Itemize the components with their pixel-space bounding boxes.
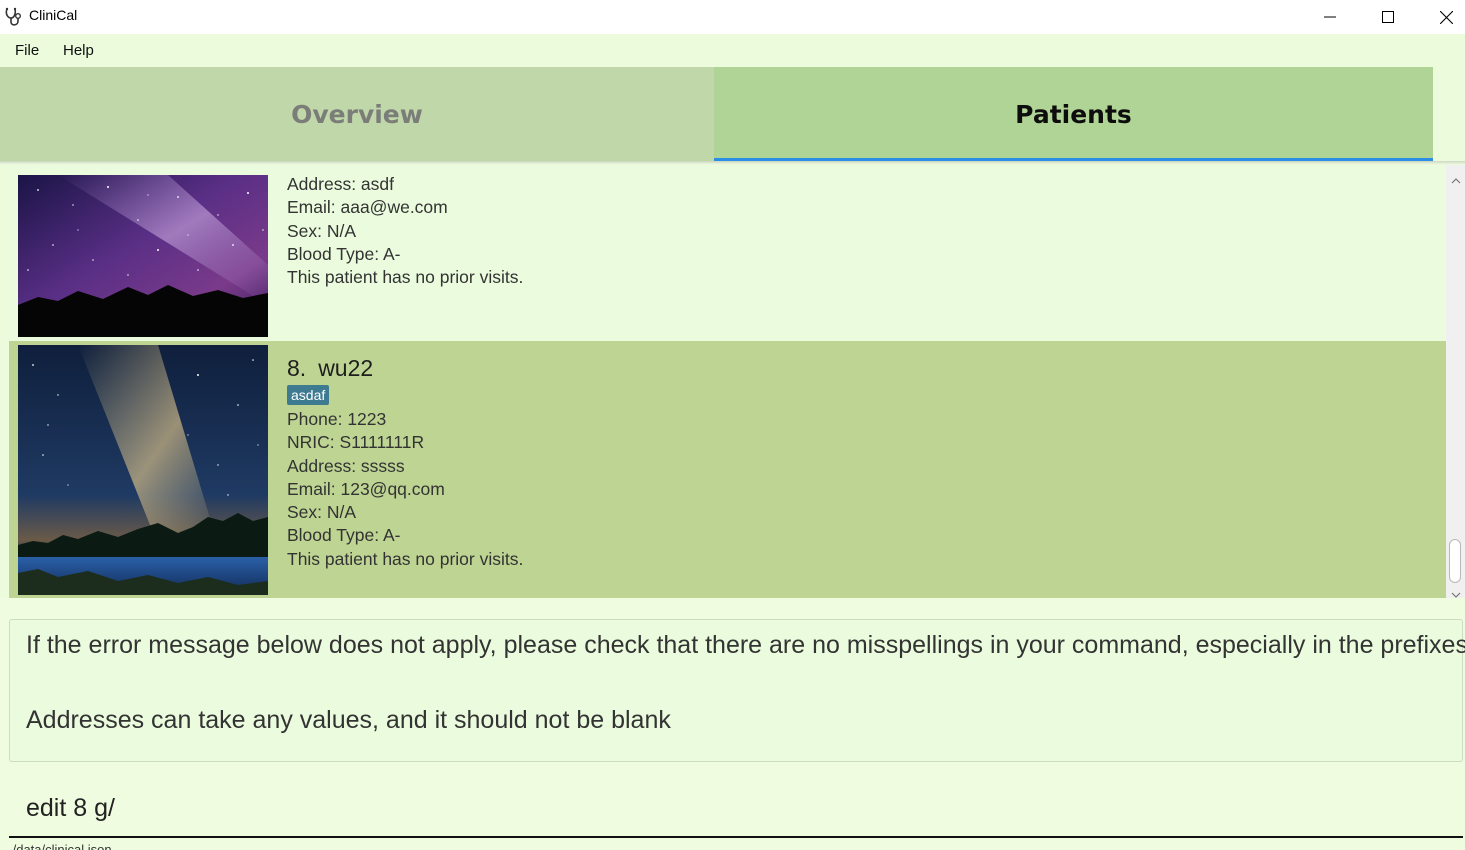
scroll-thumb[interactable] (1449, 539, 1461, 583)
patient-sex: Sex: N/A (287, 220, 357, 241)
tab-header-filler (1433, 67, 1465, 162)
status-bar-file-path: ./data/clinical.json (9, 843, 209, 850)
patient-list[interactable]: Address: asdf Email: aaa@we.com Sex: N/A… (0, 165, 1446, 598)
close-icon (1439, 10, 1453, 24)
patient-visits: This patient has no prior visits. (287, 548, 524, 569)
patient-phone: Phone: 1223 (287, 409, 387, 429)
list-scrollbar[interactable] (1446, 165, 1465, 598)
menu-help[interactable]: Help (63, 42, 94, 59)
patient-photo (18, 345, 268, 595)
command-input[interactable] (26, 794, 1446, 823)
patient-address: Address: asdf (287, 174, 394, 194)
window-title: CliniCal (29, 7, 78, 23)
chevron-down-icon (1451, 583, 1461, 602)
menu-file[interactable]: File (15, 42, 39, 59)
patient-visits: This patient has no prior visits. (287, 267, 524, 288)
stethoscope-icon (4, 6, 24, 28)
patient-header: 8. wu22 (287, 353, 523, 383)
tab-patients-label: Patients (1015, 100, 1132, 129)
minimize-button[interactable] (1301, 0, 1359, 34)
patient-photo (18, 175, 268, 337)
patient-sex: Sex: N/A (287, 502, 357, 523)
patient-blood-type: Blood Type: A- (287, 525, 401, 546)
command-box[interactable] (9, 780, 1463, 838)
result-message-error: Addresses can take any values, and it sh… (26, 706, 671, 734)
tab-patients[interactable]: Patients (714, 67, 1433, 162)
patient-details: 8. wu22 asdaf Phone: 1223 NRIC: S1111111… (287, 353, 523, 571)
scroll-up-button[interactable] (1446, 171, 1465, 185)
patient-details: Address: asdf Email: aaa@we.com Sex: N/A… (287, 173, 523, 289)
patient-address: Address: sssss (287, 455, 405, 476)
patient-blood-type: Blood Type: A- (287, 243, 401, 264)
close-button[interactable] (1417, 0, 1465, 34)
patient-tag: asdaf (287, 385, 330, 405)
maximize-button[interactable] (1359, 0, 1417, 34)
chevron-up-icon (1451, 169, 1461, 188)
result-message-hint: If the error message below does not appl… (26, 631, 1465, 659)
scroll-down-button[interactable] (1446, 585, 1465, 599)
result-display: If the error message below does not appl… (9, 619, 1465, 762)
minimize-icon (1324, 11, 1336, 23)
patient-email: Email: aaa@we.com (287, 197, 448, 218)
tab-overview[interactable]: Overview (0, 67, 714, 162)
title-bar: CliniCal (0, 0, 1465, 34)
menu-bar: File Help (0, 34, 1465, 67)
patient-card[interactable]: Address: asdf Email: aaa@we.com Sex: N/A… (9, 165, 1446, 341)
maximize-icon (1382, 11, 1394, 23)
patient-index: 8. (287, 355, 307, 381)
patient-email: Email: 123@qq.com (287, 478, 445, 499)
patient-name: wu22 (318, 355, 374, 381)
patient-card-selected[interactable]: 8. wu22 asdaf Phone: 1223 NRIC: S1111111… (9, 341, 1446, 598)
tab-overview-label: Overview (291, 100, 423, 129)
patient-nric: NRIC: S1111111R (287, 432, 425, 453)
